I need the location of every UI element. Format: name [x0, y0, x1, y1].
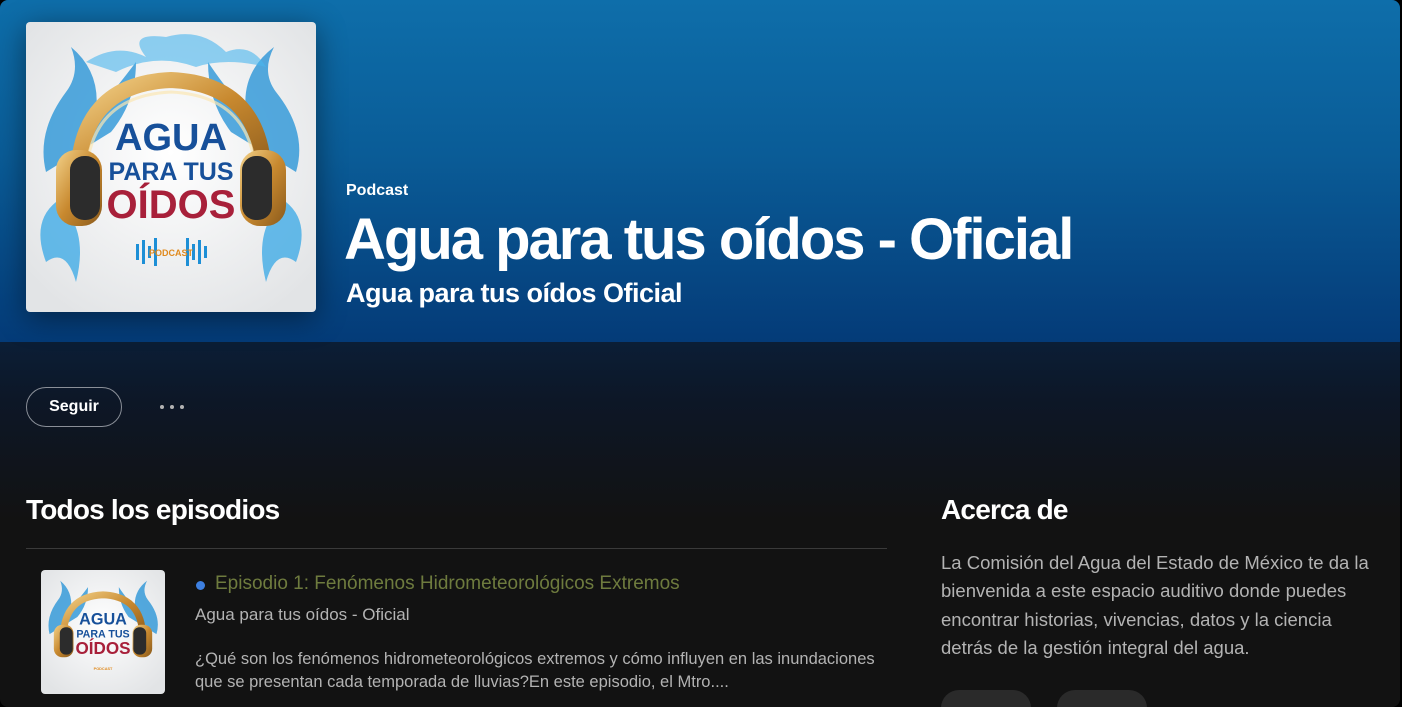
podcast-title: Agua para tus oídos - Oficial	[344, 207, 1074, 272]
thumb-text-line1: AGUA	[79, 611, 127, 629]
section-divider	[26, 548, 887, 549]
podcast-cover-art: AGUA PARA TUS OÍDOS PODCAST	[26, 22, 316, 312]
dot	[160, 405, 164, 409]
cover-text-line2: PARA TUS	[109, 158, 234, 186]
dot	[180, 405, 184, 409]
podcast-header: AGUA PARA TUS OÍDOS PODCAST Podcast Agua…	[0, 0, 1400, 342]
category-pill[interactable]	[941, 690, 1031, 707]
category-pill[interactable]	[1057, 690, 1147, 707]
episode-description: ¿Qué son los fenómenos hidrometeorológic…	[195, 650, 875, 691]
episodes-section-title: Todos los episodios	[26, 494, 280, 525]
cover-badge-text: PODCAST	[149, 248, 194, 258]
episode-thumbnail[interactable]: AGUA PARA TUS OÍDOS PODCAST	[41, 570, 165, 694]
cover-text-line1: AGUA	[115, 117, 227, 159]
podcast-publisher[interactable]: Agua para tus oídos Oficial	[346, 278, 683, 309]
episode-cover-image: AGUA PARA TUS OÍDOS PODCAST	[41, 570, 165, 694]
cover-text-line3: OÍDOS	[107, 182, 236, 227]
podcast-page: AGUA PARA TUS OÍDOS PODCAST Podcast Agua…	[0, 0, 1400, 707]
episode-show-name[interactable]: Agua para tus oídos - Oficial	[195, 605, 410, 625]
thumb-badge-text: PODCAST	[94, 667, 113, 671]
more-options-icon[interactable]	[148, 396, 196, 418]
cover-image: AGUA PARA TUS OÍDOS PODCAST	[26, 22, 316, 312]
episode-title[interactable]: Episodio 1: Fenómenos Hidrometeorológico…	[215, 573, 680, 595]
unplayed-indicator	[196, 581, 205, 590]
follow-button[interactable]: Seguir	[26, 387, 122, 427]
about-description: La Comisión del Agua del Estado de Méxic…	[941, 552, 1369, 658]
content-type-label: Podcast	[346, 182, 409, 199]
thumb-text-line3: OÍDOS	[75, 639, 130, 658]
dot	[170, 405, 174, 409]
about-section-title: Acerca de	[941, 494, 1068, 525]
